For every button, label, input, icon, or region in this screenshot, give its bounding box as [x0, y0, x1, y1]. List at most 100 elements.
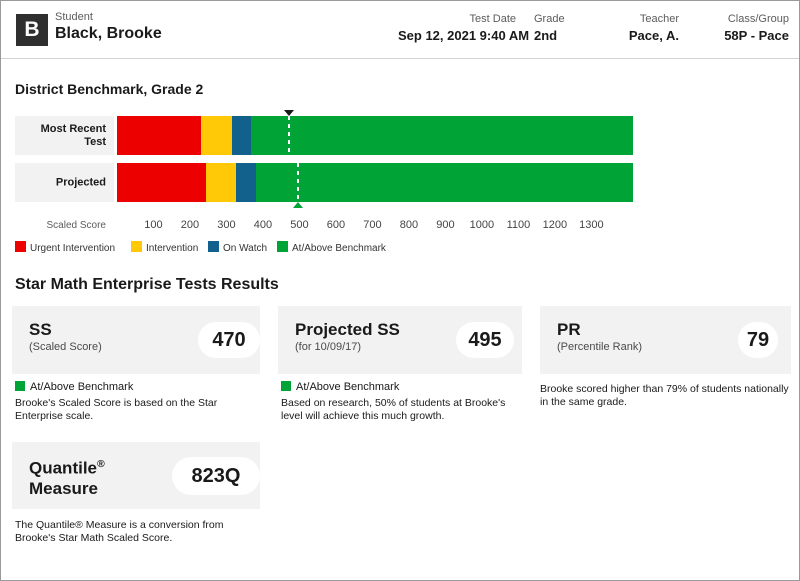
benchmark-row: Projected — [15, 163, 633, 208]
result-card-value: 495 — [456, 322, 514, 358]
header-divider — [1, 58, 799, 59]
result-card: PR (Percentile Rank) 79 — [540, 306, 791, 374]
benchmark-band-on-watch — [231, 116, 251, 155]
result-card-head: Projected SS (for 10/09/17) — [295, 320, 400, 354]
benchmark-status-label: At/Above Benchmark — [30, 381, 134, 393]
legend-label: Urgent Intervention — [30, 243, 116, 254]
result-card-title: SS — [29, 320, 52, 339]
class-group-label: Class/Group — [727, 13, 789, 25]
legend-item: On Watch — [208, 241, 267, 255]
benchmark-status-swatch-icon — [15, 381, 25, 391]
benchmark-row-label-box: Projected — [15, 163, 114, 202]
benchmark-row-label: Most Recent Test — [40, 122, 106, 148]
benchmark-marker-line — [296, 163, 299, 202]
axis-tick: 500 — [290, 219, 309, 231]
axis-tick: 900 — [436, 219, 455, 231]
quantile-title-line2: Measure — [29, 478, 98, 498]
quantile-value: 823Q — [172, 457, 260, 495]
axis-tick: 200 — [180, 219, 200, 231]
student-block: Student Black, Brooke — [55, 11, 162, 44]
quantile-title-line1: Quantile® — [29, 458, 105, 478]
quantile-note: The Quantile® Measure is a conversion fr… — [15, 519, 224, 544]
legend-label: On Watch — [223, 243, 268, 254]
result-card-note: Brooke scored higher than 79% of student… — [540, 383, 789, 408]
benchmark-status-swatch-icon — [281, 381, 291, 391]
axis-tick: 300 — [217, 219, 236, 231]
student-label: Student — [55, 11, 93, 23]
report-header: B Student Black, Brooke Test Date Sep 12… — [1, 1, 799, 59]
grade-value: 2nd — [534, 28, 558, 43]
result-card-subtitle: (for 10/09/17) — [295, 341, 362, 353]
benchmark-row-label: Projected — [55, 176, 106, 188]
result-card-note: Brooke's Scaled Score is based on the St… — [15, 397, 218, 422]
benchmark-marker-triangle — [283, 110, 294, 116]
benchmark-band-at-above-benchmark — [250, 116, 633, 155]
legend-swatch-icon — [277, 241, 288, 252]
legend-item: At/Above Benchmark — [277, 241, 386, 255]
grade-label: Grade — [534, 13, 565, 25]
benchmark-status-badge: At/Above Benchmark — [281, 381, 399, 394]
axis-tick: 1100 — [506, 219, 531, 231]
benchmark-bar-track — [114, 163, 633, 208]
results-title: Star Math Enterprise Tests Results — [15, 276, 279, 293]
benchmark-band-intervention — [200, 116, 232, 155]
report-page: B Student Black, Brooke Test Date Sep 12… — [0, 0, 800, 581]
result-card-head: SS (Scaled Score) — [29, 320, 102, 354]
benchmark-band-on-watch — [235, 163, 257, 202]
benchmark-band-urgent-intervention — [117, 163, 207, 202]
axis-tick: 800 — [399, 219, 419, 231]
test-date-value: Sep 12, 2021 9:40 AM — [398, 28, 530, 43]
benchmark-marker-line — [287, 116, 290, 155]
result-card-note: Based on research, 50% of students at Br… — [281, 397, 506, 422]
teacher-label: Teacher — [639, 13, 679, 25]
benchmark-row: Most Recent Test — [15, 110, 633, 155]
teacher-field: Teacher Pace, A. — [601, 13, 679, 46]
quantile-card-head: Quantile® Measure — [29, 454, 105, 499]
legend-swatch-icon — [131, 241, 142, 252]
axis-tick: 1200 — [542, 219, 568, 231]
benchmark-row-label-box: Most Recent Test — [15, 116, 114, 155]
axis-tick: 1000 — [469, 219, 495, 231]
teacher-value: Pace, A. — [628, 28, 679, 43]
result-card-title: Projected SS — [295, 320, 400, 339]
test-date-label: Test Date — [469, 13, 516, 25]
quantile-card: Quantile® Measure 823Q — [12, 442, 260, 509]
benchmark-band-intervention — [206, 163, 236, 202]
benchmark-status-label: At/Above Benchmark — [296, 381, 400, 393]
result-card-value: 79 — [738, 322, 778, 358]
student-name: Black, Brooke — [55, 25, 162, 42]
axis-tick: 700 — [363, 219, 382, 231]
result-card-value: 470 — [198, 322, 260, 358]
benchmark-band-urgent-intervention — [117, 116, 201, 155]
result-card: Projected SS (for 10/09/17) 495 — [278, 306, 522, 374]
legend-item: Urgent Intervention — [15, 241, 115, 255]
class-group-field: Class/Group 58P - Pace — [701, 13, 789, 46]
result-card-subtitle: (Scaled Score) — [29, 341, 102, 353]
class-group-value: 58P - Pace — [724, 28, 789, 43]
registered-trademark-icon: ® — [97, 458, 105, 470]
benchmark-title: District Benchmark, Grade 2 — [15, 81, 204, 97]
result-card: SS (Scaled Score) 470 — [12, 306, 260, 374]
axis-tick: 400 — [253, 219, 273, 231]
legend-swatch-icon — [15, 241, 26, 252]
benchmark-bar-track — [114, 110, 633, 155]
axis-title: Scaled Score — [46, 220, 106, 231]
result-card-subtitle: (Percentile Rank) — [557, 341, 642, 353]
result-card-title: PR — [557, 320, 581, 339]
benchmark-status-badge: At/Above Benchmark — [15, 381, 133, 394]
axis-tick: 100 — [144, 219, 163, 231]
legend-label: Intervention — [146, 243, 199, 254]
legend-item: Intervention — [131, 241, 198, 255]
legend-label: At/Above Benchmark — [292, 243, 386, 254]
legend-swatch-icon — [208, 241, 219, 252]
test-date-field: Test Date Sep 12, 2021 9:40 AM — [398, 13, 530, 46]
result-card-head: PR (Percentile Rank) — [557, 320, 642, 354]
benchmark-band-at-above-benchmark — [256, 163, 633, 202]
axis-tick: 600 — [326, 219, 346, 231]
grade-field: Grade 2nd — [534, 13, 565, 46]
benchmark-axis: Scaled Score 100 200 300 400 500 600 700 800 900… — [1, 219, 799, 235]
axis-tick: 1300 — [579, 219, 604, 231]
avatar: B — [16, 14, 48, 46]
benchmark-marker-triangle — [292, 202, 303, 208]
benchmark-chart: Most Recent Test Projected — [1, 109, 799, 259]
